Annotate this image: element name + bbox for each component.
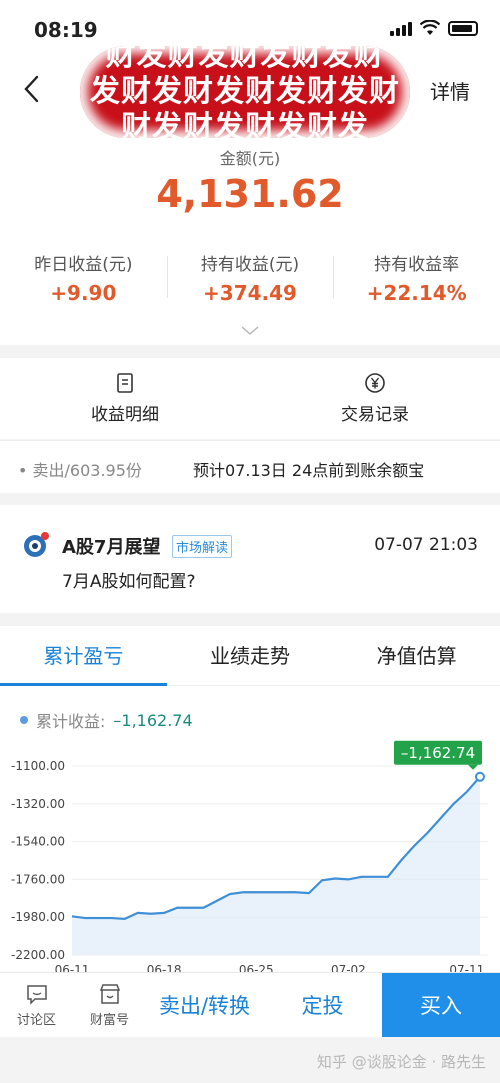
stat-value: +22.14% <box>366 281 467 305</box>
stat-label: 持有收益(元) <box>200 255 300 275</box>
stat-holding-income: 持有收益(元) +374.49 <box>166 250 334 305</box>
wifi-icon <box>420 20 440 35</box>
sell-notice[interactable]: • 卖出/603.95份 预计07.13日 24点前到账余额宝 <box>0 440 500 493</box>
back-arrow-icon[interactable] <box>18 72 48 106</box>
mascot-icon <box>24 532 49 557</box>
buy-button[interactable]: 买入 <box>382 973 500 1037</box>
trade-record-label: 交易记录 <box>341 405 409 425</box>
amount-value: 4,131.62 <box>156 172 344 216</box>
stat-holding-rate: 持有收益率 +22.14% <box>333 250 500 305</box>
actions-row: 收益明细 交易记录 <box>0 358 500 439</box>
chart-tabs: 累计盈亏 业绩走势 净值估算 <box>0 626 500 686</box>
y-tick-label: -1760.00 <box>11 872 65 886</box>
status-icons <box>390 20 478 36</box>
signal-icon <box>390 20 412 36</box>
stat-label: 昨日收益(元) <box>34 255 133 275</box>
legend-label: 累计收益: <box>36 712 106 731</box>
tab-performance[interactable]: 业绩走势 <box>167 626 334 685</box>
y-tick-label: -1540.00 <box>11 835 65 849</box>
document-icon <box>117 373 133 393</box>
chevron-down-icon[interactable] <box>241 326 259 336</box>
sell-amount: • 卖出/603.95份 <box>18 461 142 480</box>
legend-value: –1,162.74 <box>113 710 193 730</box>
tab-nav-estimate[interactable]: 净值估算 <box>333 626 500 685</box>
watermark: 知乎 @谈股论金 · 路先生 <box>316 1053 486 1071</box>
detail-link[interactable]: 详情 <box>430 76 470 105</box>
stats-row: 昨日收益(元) +9.90 持有收益(元) +374.49 持有收益率 +22.… <box>0 250 500 305</box>
shop-icon <box>99 983 120 1004</box>
forum-button[interactable]: 讨论区 <box>0 973 73 1037</box>
amount-label: 金额(元) <box>219 149 281 168</box>
forum-label: 讨论区 <box>16 1012 56 1028</box>
fortune-banner: 财发财发财发财发财 发财发财发财发财发财 财发财发财发财发 <box>80 46 410 138</box>
y-tick-label: -2200.00 <box>11 948 65 962</box>
news-tag: 市场解读 <box>172 535 233 558</box>
footer: 知乎 @谈股论金 · 路先生 <box>0 1037 500 1083</box>
stat-label: 持有收益率 <box>374 255 460 275</box>
tab-cumulative[interactable]: 累计盈亏 <box>0 626 167 686</box>
chart-legend: 累计收益: –1,162.74 <box>20 708 193 732</box>
banner-line: 财发财发财发财发财 <box>105 46 385 73</box>
news-card[interactable]: A股7月展望 市场解读 07-07 21:03 7月A股如何配置? <box>0 505 500 613</box>
last-value-pointer <box>468 764 478 770</box>
news-time: 07-07 21:03 <box>374 535 478 555</box>
y-tick-label: -1320.00 <box>11 797 65 811</box>
fund-header: 财发财发财发财发财 发财发财发财发财发财 财发财发财发财发 详情 金额(元) 4… <box>0 46 500 345</box>
stat-value: +374.49 <box>203 281 297 305</box>
trade-record-button[interactable]: 交易记录 <box>250 358 500 439</box>
last-point <box>475 771 485 782</box>
news-subtitle: 7月A股如何配置? <box>62 572 196 592</box>
news-title: A股7月展望 <box>62 537 161 558</box>
bottom-bar: 讨论区 财富号 卖出/转换 定投 买入 <box>0 972 500 1037</box>
y-tick-label: -1100.00 <box>11 759 65 773</box>
fixed-invest-button[interactable]: 定投 <box>263 973 382 1037</box>
cumulative-chart: -1100.00 -1320.00 -1540.00 -1760.00 -1980.00… <box>11 740 488 976</box>
banner-line: 发财发财发财发财发财 <box>90 74 400 109</box>
fortune-account-button[interactable]: 财富号 <box>73 973 146 1037</box>
y-tick-label: -1980.00 <box>11 910 65 924</box>
legend-dot <box>20 716 28 724</box>
income-detail-button[interactable]: 收益明细 <box>0 358 250 439</box>
banner-line: 财发财发财发财发 <box>121 110 369 138</box>
fortune-label: 财富号 <box>89 1012 129 1028</box>
battery-icon <box>448 21 478 36</box>
last-value-label: –1,162.74 <box>401 744 475 762</box>
status-time: 08:19 <box>34 18 98 42</box>
arrival-time: 预计07.13日 24点前到账余额宝 <box>193 461 425 480</box>
yen-icon <box>365 373 385 393</box>
chat-icon <box>26 984 47 1005</box>
income-detail-label: 收益明细 <box>91 405 159 425</box>
sell-convert-button[interactable]: 卖出/转换 <box>146 973 263 1037</box>
chart-card: 累计盈亏 业绩走势 净值估算 累计收益: –1,162.74 -1100.00-… <box>0 626 500 976</box>
stat-yesterday: 昨日收益(元) +9.90 <box>0 250 167 305</box>
stat-value: +9.90 <box>50 281 117 305</box>
